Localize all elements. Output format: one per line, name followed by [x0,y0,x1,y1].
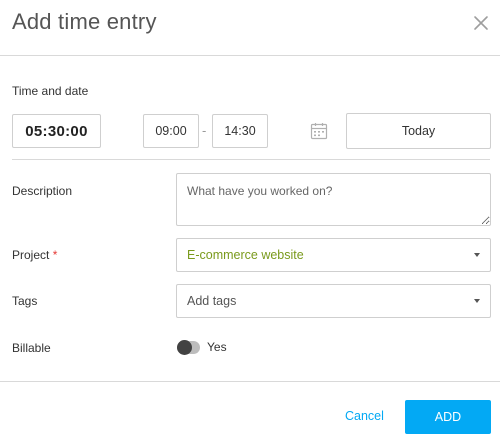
footer-divider [0,381,500,382]
cancel-button[interactable]: Cancel [345,409,384,423]
chevron-down-icon [474,253,480,257]
date-picker-button[interactable]: Today [346,113,491,149]
toggle-knob [177,340,192,355]
required-marker: * [52,248,58,262]
project-label: Project * [12,248,57,262]
time-and-date-label: Time and date [12,84,89,98]
time-separator: - [202,123,207,138]
tags-label: Tags [12,294,38,308]
calendar-icon[interactable] [309,121,329,141]
project-select[interactable]: E-commerce website [176,238,491,272]
chevron-down-icon [474,299,480,303]
billable-toggle[interactable] [177,340,200,355]
duration-input[interactable]: 05:30:00 [12,114,101,148]
start-time-input[interactable]: 09:00 [143,114,199,148]
billable-toggle-label: Yes [207,340,227,354]
description-input[interactable] [176,173,491,226]
description-label: Description [12,184,73,198]
section-divider [12,159,490,160]
billable-label: Billable [12,341,51,355]
project-value: E-commerce website [187,248,304,262]
dialog-header: Add time entry [0,0,500,56]
close-icon[interactable] [470,12,492,34]
tags-placeholder: Add tags [187,294,237,308]
tags-select[interactable]: Add tags [176,284,491,318]
project-label-text: Project [12,248,50,262]
end-time-input[interactable]: 14:30 [212,114,268,148]
add-button[interactable]: ADD [405,400,491,434]
dialog-title: Add time entry [12,9,157,34]
